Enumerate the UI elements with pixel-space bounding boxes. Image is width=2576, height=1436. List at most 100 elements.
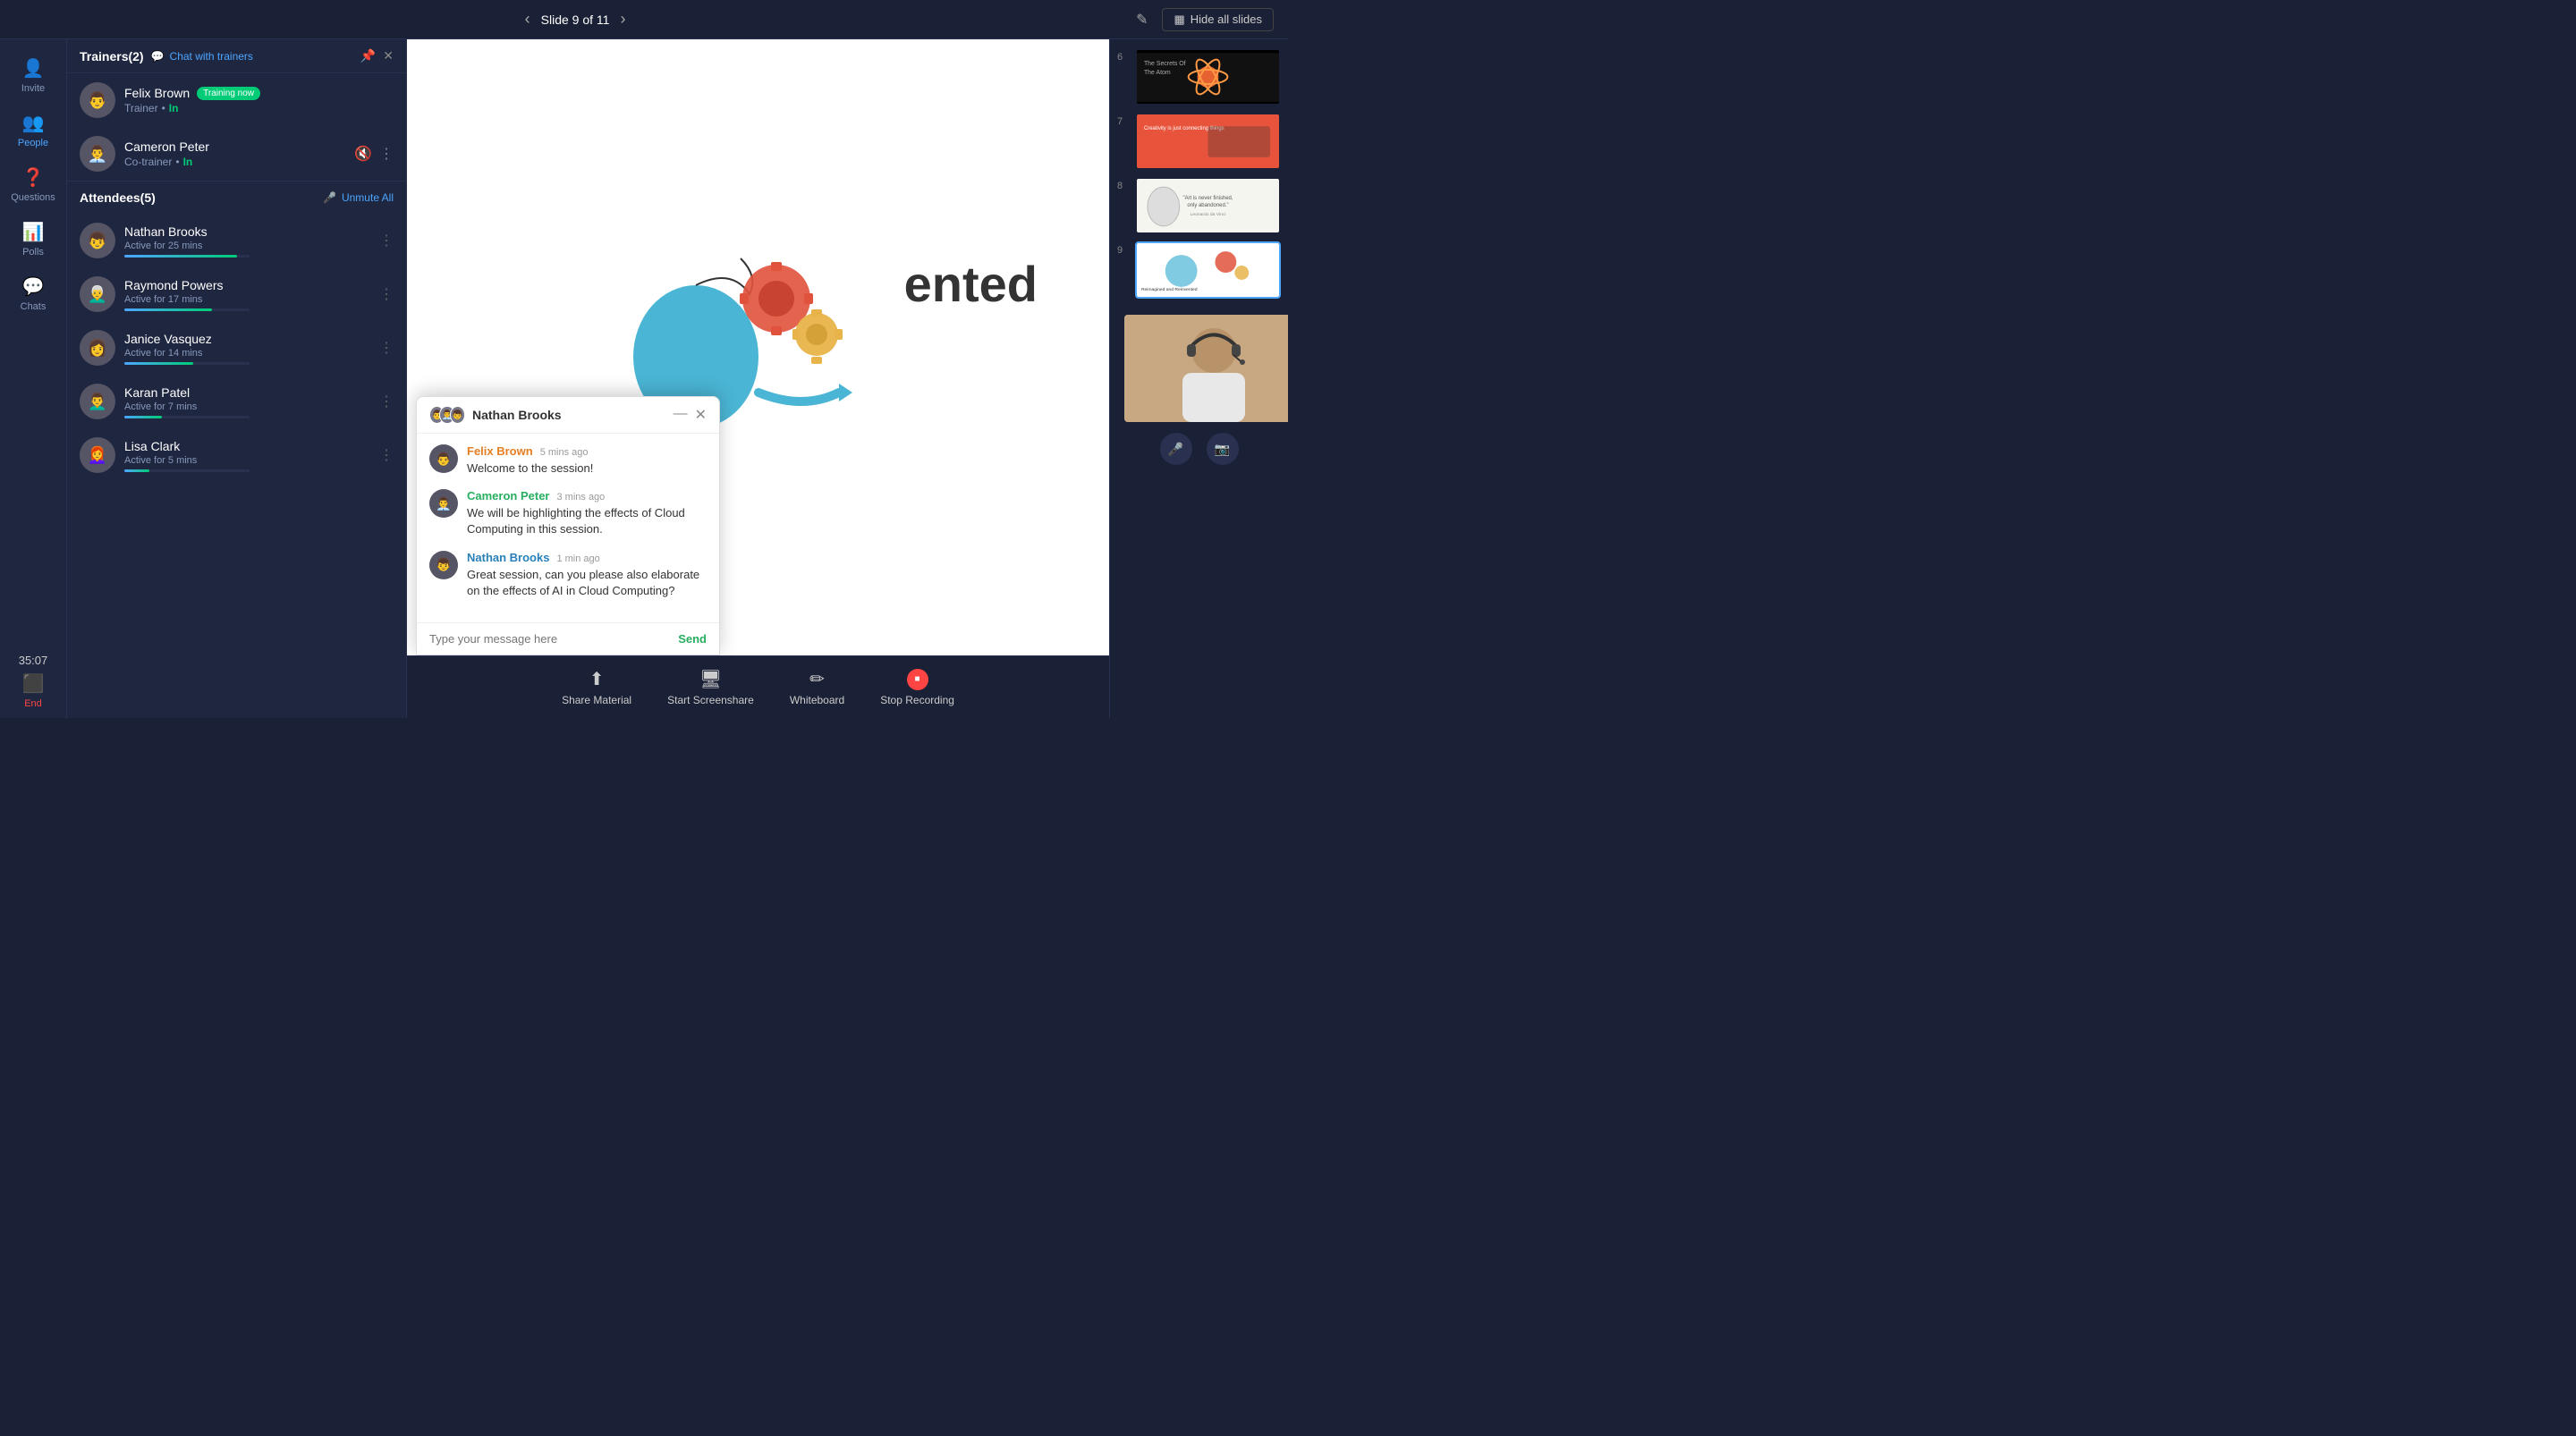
minimize-icon[interactable]: — [674, 406, 688, 424]
slide-view: ented 👨 👨‍💼 👦 Nathan Brooks — [407, 39, 1109, 655]
msg-content-nathan: Nathan Brooks 1 min ago Great session, c… [467, 551, 707, 599]
chat-trainers-button[interactable]: 💬 Chat with trainers [151, 50, 253, 63]
msg-name-felix: Felix Brown [467, 444, 533, 458]
activity-bar-container-raymond [124, 308, 250, 311]
send-button[interactable]: Send [678, 632, 707, 646]
panel-title: Trainers(2) [80, 49, 144, 63]
attendee-info-nathan: Nathan Brooks Active for 25 mins [124, 224, 370, 258]
sidebar-item-questions[interactable]: ❓ Questions [0, 157, 66, 212]
activity-bar-container-nathan [124, 255, 250, 258]
next-slide-button[interactable]: › [620, 10, 625, 29]
msg-text-cameron: We will be highlighting the effects of C… [467, 505, 707, 537]
chat-icon: 💬 [151, 50, 165, 63]
toolbar-whiteboard[interactable]: ✏ Whiteboard [790, 668, 844, 706]
svg-text:only abandoned.": only abandoned." [1187, 202, 1228, 207]
attendee-item-karan: 👨‍🦱 Karan Patel Active for 7 mins ⋮ [67, 375, 406, 428]
attendees-title: Attendees(5) [80, 190, 156, 205]
msg-time-nathan: 1 min ago [556, 553, 599, 564]
close-icon[interactable]: ✕ [383, 48, 394, 63]
toolbar-stop-recording[interactable]: ■ Stop Recording [880, 669, 954, 706]
mic-control-button[interactable]: 🎤 [1160, 433, 1192, 465]
msg-header-cameron: Cameron Peter 3 mins ago [467, 489, 707, 503]
slide-num-8: 8 [1117, 181, 1130, 191]
chat-message-1: 👨 Felix Brown 5 mins ago Welcome to the … [429, 444, 707, 477]
more-options-raymond[interactable]: ⋮ [379, 285, 394, 303]
whiteboard-icon: ✏ [809, 668, 825, 690]
chat-popup-header: 👨 👨‍💼 👦 Nathan Brooks — ✕ [417, 397, 719, 434]
chat-message-3: 👦 Nathan Brooks 1 min ago Great session,… [429, 551, 707, 599]
toolbar-screenshare[interactable]: 🖥 Start Screenshare [667, 668, 754, 706]
more-options-karan[interactable]: ⋮ [379, 393, 394, 410]
person-svg [1124, 315, 1288, 422]
avatar-karan: 👨‍🦱 [80, 384, 115, 419]
mic-icon: 🎤 [323, 191, 336, 204]
top-bar: ‹ Slide 9 of 11 › ✎ ▦ Hide all slides [0, 0, 1288, 39]
svg-text:"Art is never finished,: "Art is never finished, [1182, 196, 1233, 201]
share-material-icon: ⬆ [589, 668, 605, 690]
chat-input[interactable] [429, 632, 669, 646]
trainer-info-cameron: Cameron Peter Co-trainer • In [124, 139, 345, 168]
chats-icon: 💬 [22, 275, 45, 298]
msg-content-cameron: Cameron Peter 3 mins ago We will be high… [467, 489, 707, 537]
panel-header-icons: 📌 ✕ [360, 48, 394, 63]
attendees-list: 👦 Nathan Brooks Active for 25 mins ⋮ 👨‍🦳… [67, 214, 406, 718]
attendee-item-janice: 👩 Janice Vasquez Active for 14 mins ⋮ [67, 321, 406, 375]
hide-slides-button[interactable]: ▦ Hide all slides [1162, 8, 1274, 31]
more-options-janice[interactable]: ⋮ [379, 339, 394, 357]
avatar-lisa: 👩‍🦰 [80, 437, 115, 473]
activity-bar-janice [124, 362, 193, 365]
slide-label: Slide 9 of 11 [541, 13, 610, 27]
slide-thumbnail-8[interactable]: "Art is never finished, only abandoned."… [1135, 177, 1281, 234]
video-person [1124, 315, 1288, 422]
chat-input-area: Send [417, 622, 719, 655]
slides-icon: ▦ [1174, 13, 1184, 27]
more-options-icon[interactable]: ⋮ [379, 145, 394, 163]
attendee-item-lisa: 👩‍🦰 Lisa Clark Active for 5 mins ⋮ [67, 428, 406, 482]
media-controls: 🎤 📷 [1117, 426, 1281, 472]
end-icon: ⬛ [22, 672, 45, 695]
msg-content-felix: Felix Brown 5 mins ago Welcome to the se… [467, 444, 593, 477]
activity-bar-karan [124, 416, 162, 418]
invite-icon: 👤 [22, 57, 45, 80]
unmute-all-button[interactable]: 🎤 Unmute All [323, 191, 394, 204]
panel-header-left: Trainers(2) 💬 Chat with trainers [80, 49, 253, 63]
edit-icon[interactable]: ✎ [1136, 11, 1148, 29]
activity-bar-raymond [124, 308, 212, 311]
trainer-name-felix: Felix Brown Training now [124, 86, 394, 100]
more-options-nathan[interactable]: ⋮ [379, 232, 394, 249]
msg-name-nathan: Nathan Brooks [467, 551, 549, 564]
attendee-info-karan: Karan Patel Active for 7 mins [124, 385, 370, 418]
trainer-role-cameron: Co-trainer • In [124, 156, 345, 168]
pin-icon[interactable]: 📌 [360, 48, 376, 63]
activity-bar-container-lisa [124, 469, 250, 472]
main-layout: 👤 Invite 👥 People ❓ Questions 📊 Polls 💬 … [0, 39, 1288, 718]
slide-thumbnail-6[interactable]: The Secrets Of The Atom [1135, 48, 1281, 106]
msg-text-nathan: Great session, can you please also elabo… [467, 567, 707, 599]
toolbar-share-material[interactable]: ⬆ Share Material [562, 668, 631, 706]
mute-icon[interactable]: 🔇 [354, 145, 372, 163]
avatar-nathan: 👦 [80, 223, 115, 258]
questions-icon: ❓ [22, 166, 45, 189]
msg-text-felix: Welcome to the session! [467, 460, 593, 477]
record-dot: ■ [907, 669, 928, 690]
svg-text:Leonardo da Vinci: Leonardo da Vinci [1191, 211, 1226, 216]
sidebar-item-people[interactable]: 👥 People [0, 103, 66, 157]
slide-partial-text: ented [904, 255, 1038, 313]
attendee-info-raymond: Raymond Powers Active for 17 mins [124, 278, 370, 311]
right-sidebar: 6 The Secrets Of The Atom [1109, 39, 1288, 718]
close-chat-icon[interactable]: ✕ [695, 406, 707, 424]
slide-8-svg: "Art is never finished, only abandoned."… [1137, 182, 1279, 231]
msg-avatar-nathan: 👦 [429, 551, 458, 579]
sidebar-item-polls[interactable]: 📊 Polls [0, 212, 66, 266]
prev-slide-button[interactable]: ‹ [525, 10, 530, 29]
camera-control-button[interactable]: 📷 [1207, 433, 1239, 465]
slide-thumb-6: 6 The Secrets Of The Atom [1117, 46, 1281, 107]
more-options-lisa[interactable]: ⋮ [379, 446, 394, 464]
end-button[interactable]: ⬛ End [22, 672, 45, 709]
slide-thumbnail-9[interactable]: Reimagined and Reinvented [1135, 241, 1281, 299]
sidebar-item-chats[interactable]: 💬 Chats [0, 266, 66, 321]
sidebar-bottom: 35:07 ⬛ End [19, 645, 48, 718]
avatar-janice: 👩 [80, 330, 115, 366]
sidebar-item-invite[interactable]: 👤 Invite [0, 48, 66, 103]
slide-thumbnail-7[interactable]: Creativity is just connecting things [1135, 113, 1281, 170]
